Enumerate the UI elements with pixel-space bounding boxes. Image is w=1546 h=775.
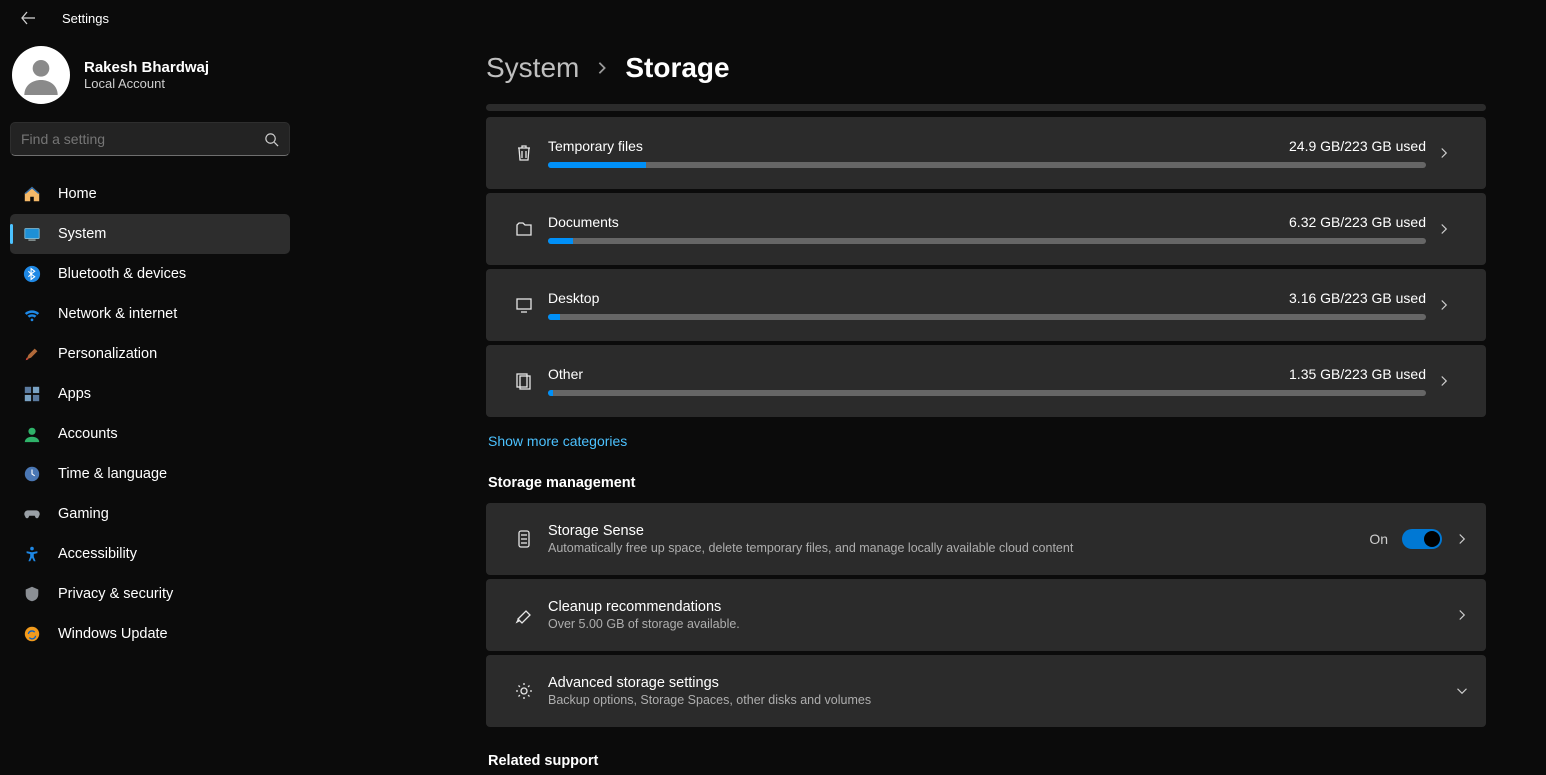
chevron-right-icon <box>1456 609 1468 621</box>
gamepad-icon <box>22 504 42 524</box>
nav-item-label: Windows Update <box>58 626 168 642</box>
storage-category-card[interactable]: Documents 6.32 GB/223 GB used <box>486 193 1486 265</box>
clock-globe-icon <box>22 464 42 484</box>
nav-item-label: Bluetooth & devices <box>58 266 186 282</box>
chevron-right-icon <box>1438 223 1468 235</box>
shield-icon <box>22 584 42 604</box>
category-name: Documents <box>548 214 619 230</box>
main-content: System Storage Temporary files 24.9 GB/2… <box>486 36 1546 775</box>
person-icon <box>21 55 61 95</box>
chevron-down-icon <box>1456 685 1468 697</box>
nav-item-label: Gaming <box>58 506 109 522</box>
storage-category-card[interactable]: Temporary files 24.9 GB/223 GB used <box>486 117 1486 189</box>
breadcrumb: System Storage <box>486 52 1486 84</box>
sidebar: Rakesh Bhardwaj Local Account Home Sys <box>0 36 300 775</box>
chevron-right-icon <box>1438 375 1468 387</box>
nav-item-label: Personalization <box>58 346 157 362</box>
search-input[interactable] <box>21 131 264 147</box>
account-icon <box>22 424 42 444</box>
chevron-right-icon <box>595 61 609 75</box>
search-box[interactable] <box>10 122 290 156</box>
show-more-categories-link[interactable]: Show more categories <box>488 433 627 449</box>
chevron-right-icon <box>1438 299 1468 311</box>
category-name: Desktop <box>548 290 599 306</box>
search-icon <box>264 132 279 147</box>
nav-item-bluetooth[interactable]: Bluetooth & devices <box>10 254 290 294</box>
nav-list: Home System Bluetooth & devices Network … <box>10 174 290 654</box>
nav-item-gaming[interactable]: Gaming <box>10 494 290 534</box>
chevron-right-icon <box>1456 533 1468 545</box>
management-card[interactable]: Storage Sense Automatically free up spac… <box>486 503 1486 575</box>
category-used-label: 1.35 GB/223 GB used <box>1289 366 1426 382</box>
bluetooth-icon <box>22 264 42 284</box>
app-title: Settings <box>62 11 109 26</box>
profile-account-type: Local Account <box>84 76 209 91</box>
nav-item-label: Accounts <box>58 426 118 442</box>
management-icon <box>504 529 544 549</box>
category-used-label: 3.16 GB/223 GB used <box>1289 290 1426 306</box>
management-title: Advanced storage settings <box>548 675 1456 691</box>
category-name: Temporary files <box>548 138 643 154</box>
nav-item-accounts[interactable]: Accounts <box>10 414 290 454</box>
management-title: Storage Sense <box>548 523 1369 539</box>
nav-item-privacy[interactable]: Privacy & security <box>10 574 290 614</box>
partial-card-top <box>486 104 1486 111</box>
update-icon <box>22 624 42 644</box>
nav-item-personalization[interactable]: Personalization <box>10 334 290 374</box>
management-card[interactable]: Advanced storage settings Backup options… <box>486 655 1486 727</box>
apps-icon <box>22 384 42 404</box>
storage-category-card[interactable]: Desktop 3.16 GB/223 GB used <box>486 269 1486 341</box>
avatar <box>12 46 70 104</box>
usage-bar <box>548 238 1426 244</box>
nav-item-label: Accessibility <box>58 546 137 562</box>
nav-item-network[interactable]: Network & internet <box>10 294 290 334</box>
category-used-label: 24.9 GB/223 GB used <box>1289 138 1426 154</box>
storage-category-card[interactable]: Other 1.35 GB/223 GB used <box>486 345 1486 417</box>
breadcrumb-current: Storage <box>625 52 729 84</box>
breadcrumb-parent[interactable]: System <box>486 52 579 84</box>
management-subtitle: Over 5.00 GB of storage available. <box>548 617 1456 631</box>
wifi-icon <box>22 304 42 324</box>
paintbrush-icon <box>22 344 42 364</box>
home-icon <box>22 184 42 204</box>
nav-item-label: System <box>58 226 106 242</box>
nav-item-accessibility[interactable]: Accessibility <box>10 534 290 574</box>
nav-item-home[interactable]: Home <box>10 174 290 214</box>
usage-bar <box>548 390 1426 396</box>
management-icon <box>504 681 544 701</box>
storage-management-title: Storage management <box>488 475 1486 491</box>
chevron-right-icon <box>1438 147 1468 159</box>
usage-bar <box>548 314 1426 320</box>
nav-item-label: Time & language <box>58 466 167 482</box>
category-used-label: 6.32 GB/223 GB used <box>1289 214 1426 230</box>
arrow-left-icon <box>20 10 36 26</box>
management-title: Cleanup recommendations <box>548 599 1456 615</box>
nav-item-label: Home <box>58 186 97 202</box>
profile-name: Rakesh Bhardwaj <box>84 59 209 76</box>
nav-item-apps[interactable]: Apps <box>10 374 290 414</box>
nav-item-label: Apps <box>58 386 91 402</box>
category-name: Other <box>548 366 583 382</box>
category-icon <box>504 219 544 239</box>
nav-item-system[interactable]: System <box>10 214 290 254</box>
nav-item-time-language[interactable]: Time & language <box>10 454 290 494</box>
system-icon <box>22 224 42 244</box>
category-icon <box>504 143 544 163</box>
toggle-state-label: On <box>1369 531 1388 547</box>
profile-block[interactable]: Rakesh Bhardwaj Local Account <box>10 42 290 122</box>
nav-item-label: Network & internet <box>58 306 177 322</box>
management-subtitle: Backup options, Storage Spaces, other di… <box>548 693 1456 707</box>
nav-item-windows-update[interactable]: Windows Update <box>10 614 290 654</box>
management-card[interactable]: Cleanup recommendations Over 5.00 GB of … <box>486 579 1486 651</box>
accessibility-icon <box>22 544 42 564</box>
storage-sense-toggle[interactable] <box>1402 529 1442 549</box>
management-subtitle: Automatically free up space, delete temp… <box>548 541 1369 555</box>
nav-item-label: Privacy & security <box>58 586 173 602</box>
management-icon <box>504 605 544 625</box>
category-icon <box>504 371 544 391</box>
related-support-title: Related support <box>488 753 1486 769</box>
back-button[interactable] <box>8 0 48 36</box>
usage-bar <box>548 162 1426 168</box>
category-icon <box>504 295 544 315</box>
